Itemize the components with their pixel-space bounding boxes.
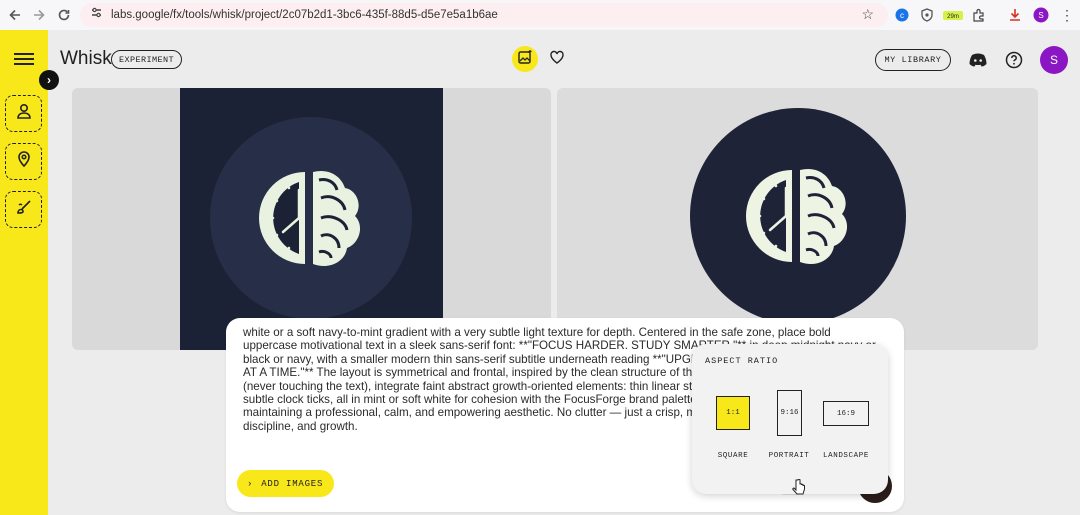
forward-icon[interactable] (26, 2, 52, 28)
sidebar (0, 30, 48, 515)
url-text: labs.google/fx/tools/whisk/project/2c07b… (111, 9, 498, 21)
browser-toolbar: labs.google/fx/tools/whisk/project/2c07b… (0, 0, 1080, 30)
add-images-button[interactable]: › ADD IMAGES (237, 470, 334, 497)
person-icon (15, 102, 33, 125)
back-icon[interactable] (2, 2, 28, 28)
scene-tool-button[interactable] (5, 143, 42, 180)
site-info-icon[interactable] (90, 6, 103, 24)
reload-icon[interactable] (51, 2, 77, 28)
aspect-ratio-title: ASPECT RATIO (705, 356, 779, 366)
expand-sidebar-button[interactable]: › (39, 70, 59, 90)
portrait-ratio-text: 9:16 (780, 409, 799, 417)
timer-extension-icon[interactable]: 29m (943, 6, 963, 24)
bookmark-star-icon[interactable]: ☆ (861, 6, 874, 23)
subject-tool-button[interactable] (5, 95, 42, 132)
landscape-ratio-text: 16:9 (836, 409, 855, 418)
browser-menu-icon[interactable]: ⋮ (1058, 6, 1076, 24)
view-tabs (512, 46, 570, 72)
tab-favorites[interactable] (544, 46, 570, 72)
timer-badge-text: 29m (947, 14, 959, 20)
portrait-label: PORTRAIT (768, 452, 810, 460)
download-icon[interactable] (1006, 6, 1024, 24)
whisk-app: › Whisk EXPERIMENT MY LIBRARY S white or… (0, 30, 1080, 515)
aspect-option-square[interactable]: 1:1 (716, 396, 750, 430)
experiment-badge: EXPERIMENT (111, 50, 183, 69)
hamburger-menu-icon[interactable] (14, 50, 34, 70)
chevron-right-icon: › (247, 478, 254, 489)
square-label: SQUARE (717, 452, 749, 460)
aspect-ratio-popup: ASPECT RATIO 1:1 9:16 16:9 SQUARE PORTRA… (692, 344, 888, 494)
browser-profile-initial: S (1038, 11, 1043, 20)
my-library-button[interactable]: MY LIBRARY (875, 49, 951, 71)
clock-brain-illustration-2 (690, 108, 906, 324)
aspect-option-portrait[interactable]: 9:16 (777, 390, 802, 436)
chevron-right-icon: › (47, 73, 51, 87)
image-sparkle-icon (517, 49, 533, 70)
generated-image-2[interactable] (557, 88, 1038, 350)
tab-images[interactable] (512, 46, 538, 72)
mouse-cursor-icon (792, 478, 806, 502)
svg-text:c: c (900, 11, 904, 20)
landscape-label: LANDSCAPE (823, 452, 869, 460)
image-canvas-1 (180, 88, 443, 350)
brush-icon (15, 198, 33, 221)
shield-extension-icon[interactable] (918, 6, 936, 24)
discord-icon[interactable] (968, 50, 988, 70)
square-ratio-text: 1:1 (726, 409, 740, 417)
heart-icon (549, 49, 565, 70)
style-tool-button[interactable] (5, 191, 42, 228)
user-avatar[interactable]: S (1040, 46, 1068, 74)
clock-brain-illustration-1 (210, 117, 412, 319)
aspect-option-landscape[interactable]: 16:9 (823, 401, 869, 426)
help-icon[interactable] (1004, 50, 1024, 70)
add-images-label: ADD IMAGES (261, 478, 324, 489)
extension-blue-icon[interactable]: c (893, 6, 911, 24)
location-pin-icon (15, 150, 33, 173)
extensions-puzzle-icon[interactable] (970, 6, 988, 24)
generated-image-1[interactable] (72, 88, 551, 350)
app-logo: Whisk (60, 48, 112, 69)
browser-profile-avatar[interactable]: S (1032, 6, 1050, 24)
address-bar[interactable]: labs.google/fx/tools/whisk/project/2c07b… (80, 3, 888, 27)
